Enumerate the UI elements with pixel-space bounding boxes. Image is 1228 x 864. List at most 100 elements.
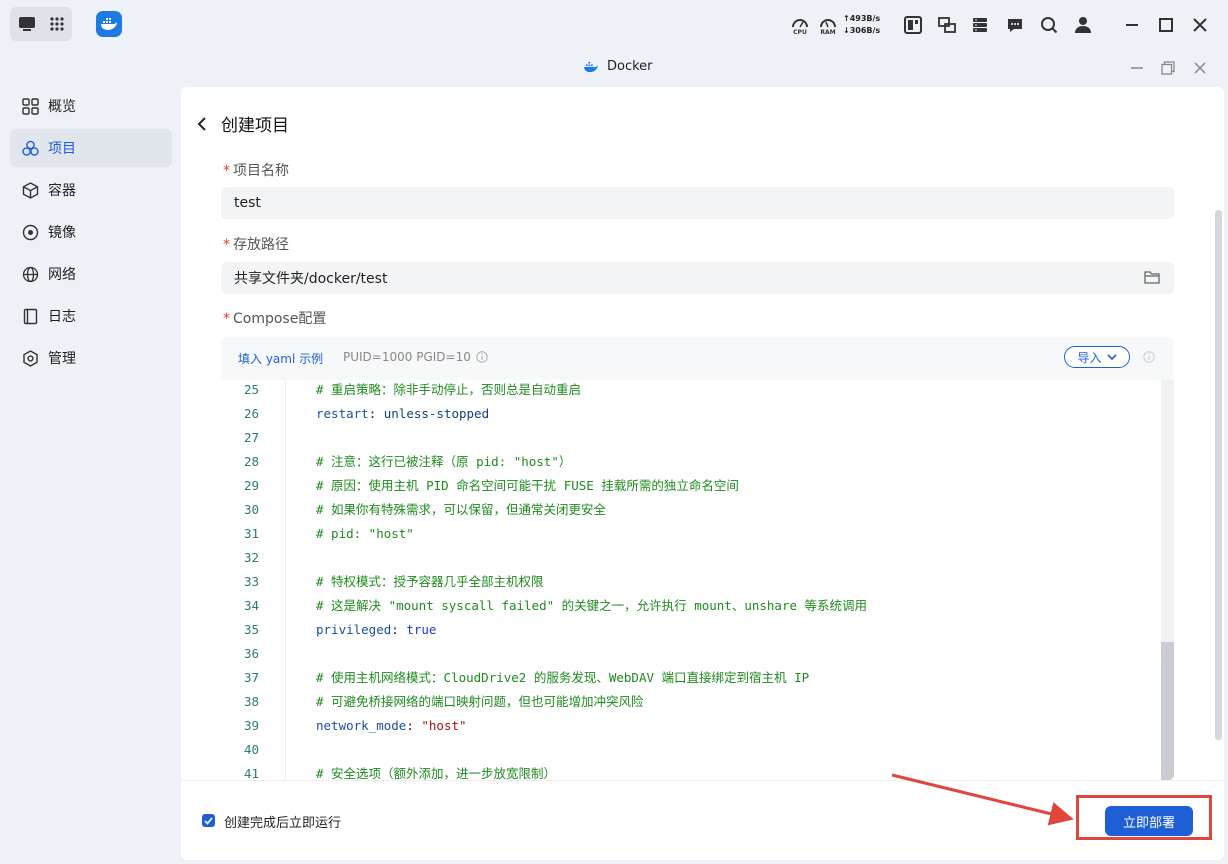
line-text: # 如果你有特殊需求，可以保留，但通常关闭更安全 [316,502,607,517]
line-number: 32 [243,550,259,565]
info-icon[interactable] [476,351,488,363]
code-line[interactable]: 35 privileged: true [221,618,1161,642]
minimize-desktop-icon[interactable] [1118,11,1146,39]
line-text: # 这是解决 "mount syscall failed" 的关键之一，允许执行… [316,598,868,613]
cpu-monitor: CPU [787,15,813,36]
code-line[interactable]: 31 # pid: "host" [221,522,1161,546]
network-speed: ↑493B/s ↓306B/s [843,13,880,37]
docker-window: Docker 概览 项目 容器 镜像 网络 日志 管理 创建项目 * 项目名称 … [0,50,1228,864]
run-after-create-checkbox[interactable] [202,814,215,827]
line-text: # pid: "host" [316,526,414,541]
line-text: # 可避免桥接网络的端口映射问题，但也可能增加冲突风险 [316,694,644,709]
line-number: 31 [243,526,259,541]
disc-icon [22,224,39,240]
sidebar-item-images[interactable]: 镜像 [10,213,172,251]
line-text: # 安全选项（额外添加，进一步放宽限制） [316,766,557,780]
line-number: 38 [243,694,259,709]
sidebar-item-label: 网络 [48,267,76,283]
code-line[interactable]: 36 [221,642,1161,666]
folder-icon[interactable] [1144,270,1160,284]
line-number: 36 [243,646,259,661]
sidebar-item-network[interactable]: 网络 [10,255,172,293]
line-number: 26 [243,406,259,421]
sidebar-item-label: 概览 [48,99,76,115]
line-number: 35 [243,622,259,637]
ram-gauge-icon [820,18,836,27]
highlight-box [1076,795,1212,840]
sidebar-item-label: 日志 [48,309,76,325]
upload-arrow-icon: ↑ [843,14,850,23]
restore-icon[interactable] [1160,60,1176,76]
code-line[interactable]: 34 # 这是解决 "mount syscall failed" 的关键之一，允许… [221,594,1161,618]
line-number: 28 [243,454,259,469]
window-titlebar[interactable]: Docker [0,50,1228,84]
chevron-down-icon [1106,353,1117,360]
line-text: # 使用主机网络模式：CloudDrive2 的服务发现、WebDAV 端口直接… [316,670,810,685]
cluster-icon [22,140,39,156]
line-number: 25 [243,382,259,397]
line-number: 39 [243,718,259,733]
line-number: 30 [243,502,259,517]
system-monitor[interactable]: CPU RAM ↑493B/s ↓306B/s [787,0,880,50]
maximize-desktop-icon[interactable] [1152,11,1180,39]
code-line[interactable]: 26 restart: unless-stopped [221,402,1161,426]
widgets-icon[interactable] [899,11,927,39]
ids-hint: PUID=1000 PGID=10 [343,350,488,364]
line-text: # 原因：使用主机 PID 命名空间可能干扰 FUSE 挂载所需的独立命名空间 [316,478,739,493]
code-line[interactable]: 38 # 可避免桥接网络的端口映射问题，但也可能增加冲突风险 [221,690,1161,714]
run-after-create-label[interactable]: 创建完成后立即运行 [224,812,341,831]
app-grid-icon[interactable] [43,10,71,38]
multi-window-icon[interactable] [933,11,961,39]
code-line[interactable]: 32 [221,546,1161,570]
import-button[interactable]: 导入 [1064,346,1130,368]
storage-path-input[interactable]: 共享文件夹/docker/test [221,262,1174,294]
code-line[interactable]: 30 # 如果你有特殊需求，可以保留，但通常关闭更安全 [221,498,1161,522]
ids-text: PUID=1000 PGID=10 [343,350,471,364]
desktop-topbar: CPU RAM ↑493B/s ↓306B/s [0,0,1228,50]
info-icon[interactable] [1143,351,1155,363]
sidebar-item-containers[interactable]: 容器 [10,171,172,209]
sidebar-item-logs[interactable]: 日志 [10,297,172,335]
code-line[interactable]: 40 [221,738,1161,762]
code-line[interactable]: 28 # 注意：这行已被注释（原 pid: "host"） [221,450,1161,474]
page-title: 创建项目 [221,116,289,136]
code-line[interactable]: 39 network_mode: "host" [221,714,1161,738]
line-number: 34 [243,598,259,613]
minimize-icon[interactable] [1129,60,1145,76]
code-area[interactable]: 25 # 重启策略：除非手动停止，否则总是自动重启 26 restart: unles… [221,380,1161,780]
code-line[interactable]: 33 # 特权模式：授予容器几乎全部主机权限 [221,570,1161,594]
close-icon[interactable] [1192,60,1208,76]
server-icon[interactable] [966,11,994,39]
docker-logo-icon [584,61,598,72]
line-text: restart: unless-stopped [316,406,490,421]
code-line[interactable]: 25 # 重启策略：除非手动停止，否则总是自动重启 [221,380,1161,402]
code-line[interactable]: 41 # 安全选项（额外添加，进一步放宽限制） [221,762,1161,780]
close-desktop-icon[interactable] [1186,11,1214,39]
docker-taskbar-icon[interactable] [96,11,122,37]
search-icon[interactable] [1035,11,1063,39]
editor-scrollbar[interactable] [1161,380,1174,780]
sidebar-item-projects[interactable]: 项目 [10,129,172,167]
download-arrow-icon: ↓ [843,26,850,35]
sidebar-item-overview[interactable]: 概览 [10,87,172,125]
window-scrollbar[interactable] [1215,210,1222,740]
code-line[interactable]: 29 # 原因：使用主机 PID 命名空间可能干扰 FUSE 挂载所需的独立命名空… [221,474,1161,498]
storage-path-value: 共享文件夹/docker/test [234,271,388,287]
project-name-input[interactable]: test [221,187,1174,219]
editor-scrollbar-thumb[interactable] [1161,642,1174,780]
required-mark: * [223,163,230,179]
compose-editor: 填入 yaml 示例 PUID=1000 PGID=10 导入 25 # 重启策略… [221,337,1174,780]
project-name-value: test [234,195,261,211]
sidebar-item-label: 容器 [48,183,76,199]
code-line[interactable]: 37 # 使用主机网络模式：CloudDrive2 的服务发现、WebDAV 端口… [221,666,1161,690]
fill-yaml-example-link[interactable]: 填入 yaml 示例 [238,350,323,367]
user-icon[interactable] [1069,11,1097,39]
code-line[interactable]: 27 [221,426,1161,450]
message-icon[interactable] [1001,11,1029,39]
sidebar-item-manage[interactable]: 管理 [10,339,172,377]
desktop-icon[interactable] [13,10,41,38]
globe-icon [22,266,39,282]
cube-icon [22,181,39,199]
line-text: privileged: true [316,622,437,637]
back-chevron-icon[interactable] [197,116,207,132]
